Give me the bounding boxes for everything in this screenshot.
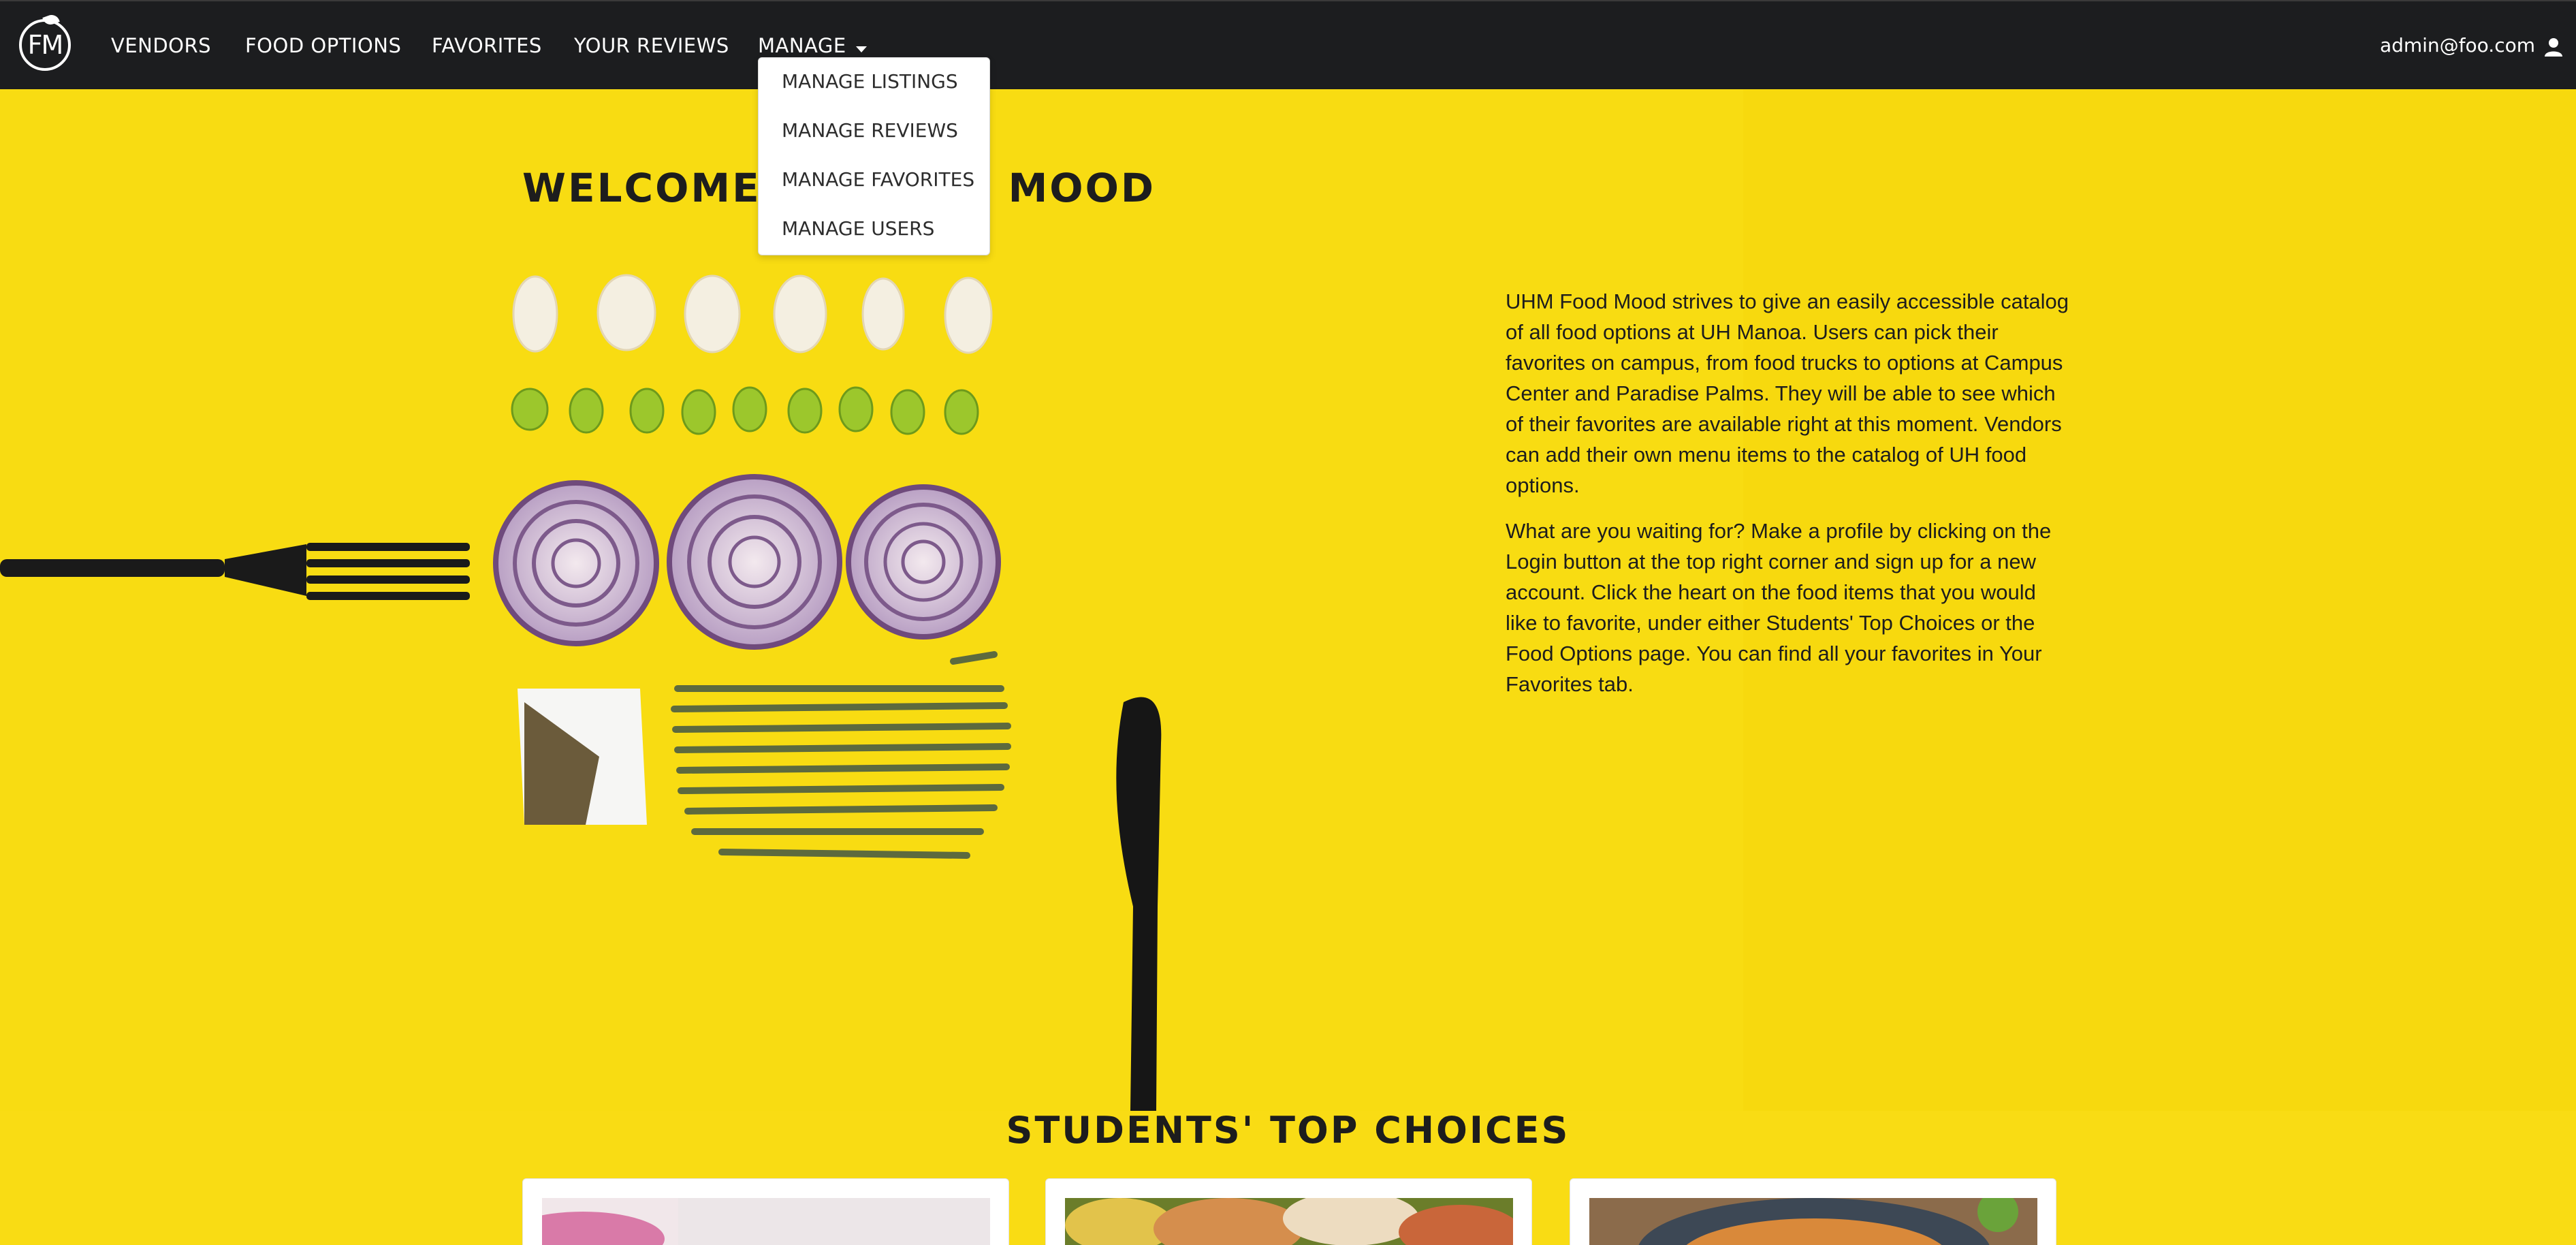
about-paragraph-2: What are you waiting for? Make a profile…: [1506, 519, 2052, 696]
food-card[interactable]: [1570, 1178, 2056, 1245]
food-card[interactable]: [522, 1178, 1009, 1245]
about-text: UHM Food Mood strives to give an easily …: [1506, 286, 2071, 699]
navbar: FM VENDORS FOOD OPTIONS FAVORITES YOUR R…: [0, 0, 2576, 89]
caret-down-icon[interactable]: [856, 46, 867, 52]
food-card-image[interactable]: [1589, 1198, 2037, 1245]
top-choices-title: STUDENTS' TOP CHOICES: [1006, 1109, 1570, 1152]
nav-vendors[interactable]: VENDORS: [111, 34, 211, 57]
nav-favorites[interactable]: FAVORITES: [432, 34, 542, 57]
nav-food-options[interactable]: FOOD OPTIONS: [245, 34, 401, 57]
nav-manage[interactable]: MANAGE: [758, 34, 846, 57]
nav-your-reviews[interactable]: YOUR REVIEWS: [574, 34, 729, 57]
food-card[interactable]: [1045, 1178, 1532, 1245]
logo[interactable]: FM: [19, 19, 71, 71]
user-menu[interactable]: admin@foo.com: [2380, 34, 2535, 57]
about-paragraph-1: UHM Food Mood strives to give an easily …: [1506, 289, 2069, 497]
manage-listings-item[interactable]: MANAGE LISTINGS: [782, 70, 958, 93]
food-card-image[interactable]: [1065, 1198, 1513, 1245]
manage-reviews-item[interactable]: MANAGE REVIEWS: [782, 119, 958, 142]
manage-dropdown: MANAGE LISTINGS MANAGE REVIEWS MANAGE FA…: [758, 57, 990, 255]
manage-favorites-item[interactable]: MANAGE FAVORITES: [782, 168, 974, 191]
food-card-image[interactable]: [542, 1198, 990, 1245]
manage-users-item[interactable]: MANAGE USERS: [782, 217, 934, 240]
user-icon[interactable]: [2543, 37, 2564, 57]
